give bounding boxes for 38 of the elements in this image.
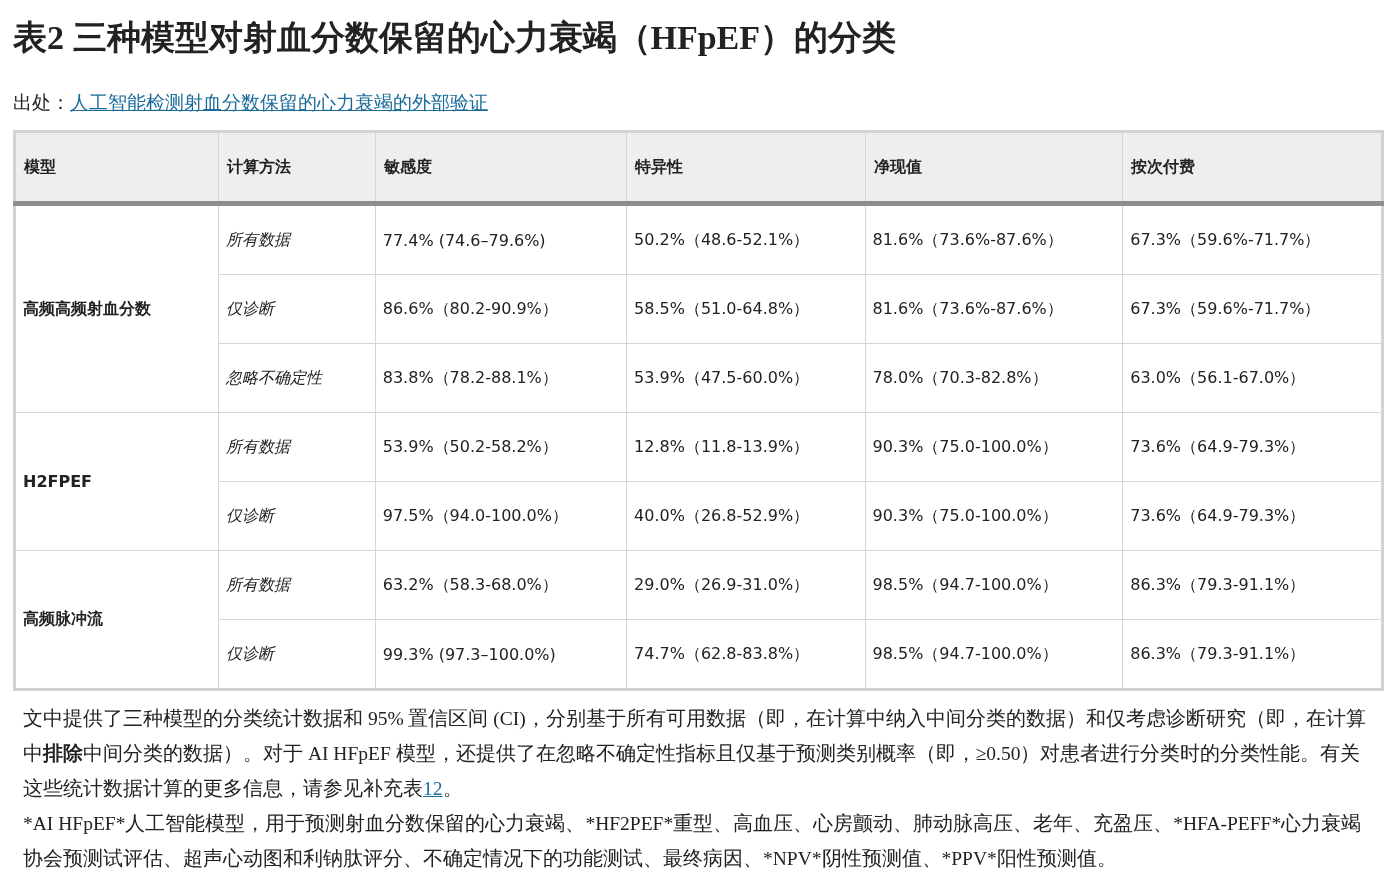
- method-cell: 所有数据: [218, 203, 376, 275]
- table-cell: 90.3%（75.0-100.0%）: [865, 412, 1123, 482]
- table-cell: 98.5%（94.7-100.0%）: [865, 550, 1123, 620]
- table-cell: 40.0%（26.8-52.9%）: [626, 481, 865, 551]
- table-cell: 50.2%（48.6-52.1%）: [626, 203, 865, 275]
- table-cell: 12.8%（11.8-13.9%）: [626, 412, 865, 482]
- table-cell: 78.0%（70.3-82.8%）: [865, 343, 1123, 413]
- table-cell: 53.9%（50.2-58.2%）: [375, 412, 627, 482]
- table-cell: 29.0%（26.9-31.0%）: [626, 550, 865, 620]
- abbreviations-paragraph: *AI HFpEF*人工智能模型，用于预测射血分数保留的心力衰竭、*HF2PEF*重型、高血压、心房颤动、肺动脉高压、老年、充盈压、*HFA-PEFF*心力衰竭协会预测试评估、超声心动图和利钠肽评分、不确定情况下的功能测试、最终病因、*NPV*阴性预测值、*PPV*阳性预测值。: [23, 812, 1363, 871]
- method-cell: 仅诊断: [218, 274, 376, 344]
- table-cell: 58.5%（51.0-64.8%）: [626, 274, 865, 344]
- table-cell: 90.3%（75.0-100.0%）: [865, 481, 1123, 551]
- table-cell: 86.6%（80.2-90.9%）: [375, 274, 627, 344]
- model-cell: H2FPEF: [14, 412, 219, 551]
- table-cell: 63.2%（58.3-68.0%）: [375, 550, 627, 620]
- method-cell: 所有数据: [218, 412, 376, 482]
- column-header: 特异性: [626, 131, 865, 204]
- method-cell: 所有数据: [218, 550, 376, 620]
- footnote-paragraph: 文中提供了三种模型的分类统计数据和 95% 置信区间 (CI)，分别基于所有可用数据（即，在计算中纳入中间分类的数据）和仅考虑诊断研究（即，在计算中排除中间分类的数据）。对于 AI HFpEF 模型，还提供了在忽略不确定性指标且仅基于预测类别概率（即，≥0.50）对患者进行分类时的分类性能。有关这些统计数据计算的更多信息，请参见补充表12。: [23, 707, 1367, 801]
- column-header: 按次付费: [1122, 131, 1383, 204]
- column-header: 计算方法: [218, 131, 376, 204]
- table-cell: 97.5%（94.0-100.0%）: [375, 481, 627, 551]
- model-cell: 高频高频射血分数: [14, 203, 219, 413]
- table-cell: 53.9%（47.5-60.0%）: [626, 343, 865, 413]
- column-header: 净现值: [865, 131, 1123, 204]
- method-cell: 忽略不确定性: [218, 343, 376, 413]
- table-title: 表2 三种模型对射血分数保留的心力衰竭（HFpEF）的分类: [13, 18, 898, 58]
- source-label: 出处：: [13, 91, 70, 115]
- table-cell: 81.6%（73.6%-87.6%）: [865, 203, 1123, 275]
- table-cell: 83.8%（78.2-88.1%）: [375, 343, 627, 413]
- source-link[interactable]: 人工智能检测射血分数保留的心力衰竭的外部验证: [70, 90, 488, 116]
- column-header: 敏感度: [375, 131, 627, 204]
- supplement-link[interactable]: 12: [423, 778, 443, 799]
- method-cell: 仅诊断: [218, 481, 376, 551]
- table-cell: 81.6%（73.6%-87.6%）: [865, 274, 1123, 344]
- column-header: 模型: [14, 131, 219, 204]
- table-cell: 77.4% (74.6–79.6%): [375, 203, 627, 275]
